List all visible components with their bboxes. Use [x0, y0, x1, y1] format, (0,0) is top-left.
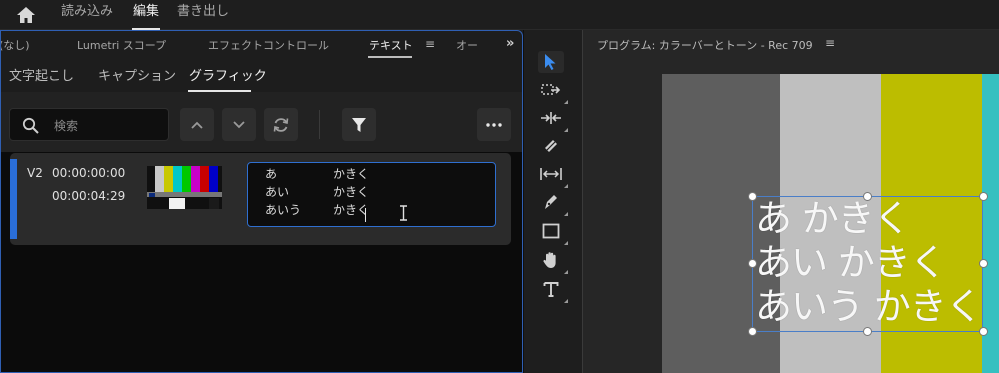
text-subtab-bar: 文字起こし キャプション グラフィック: [1, 59, 522, 91]
search-icon: [22, 117, 39, 134]
subtab-captions[interactable]: キャプション: [98, 65, 176, 84]
tools-panel: [523, 30, 579, 373]
slip-icon: [540, 168, 562, 180]
ripple-edit-tool[interactable]: [538, 107, 568, 132]
workspace-tab-edit[interactable]: 編集: [133, 3, 159, 21]
tool-flyout-indicator: [564, 128, 568, 132]
slip-tool[interactable]: [538, 163, 568, 188]
text-line-2-part-2: かきく: [333, 185, 370, 199]
tool-flyout-indicator: [564, 299, 568, 303]
more-icon: [486, 122, 502, 127]
text-edit-field[interactable]: あ かきく あい かきく あいう かきく: [247, 162, 496, 227]
chevron-down-icon: [233, 120, 245, 128]
transform-handle-top-center[interactable]: [863, 192, 872, 201]
panel-tab-indicator: [368, 56, 412, 58]
workspace-tab-import[interactable]: 読み込み: [61, 3, 113, 21]
panel-menu-icon[interactable]: ≡: [425, 37, 435, 51]
tab-audio[interactable]: オー: [456, 37, 478, 53]
chevron-up-icon: [191, 121, 203, 129]
text-line-1-part-1: あ: [265, 167, 278, 181]
transform-handle-bottom-left[interactable]: [748, 327, 757, 336]
transform-handle-middle-right[interactable]: [979, 259, 988, 268]
transform-handle-middle-left[interactable]: [748, 259, 757, 268]
ripple-edit-icon: [541, 112, 561, 124]
razor-tool[interactable]: [538, 135, 564, 157]
pen-icon: [545, 195, 557, 209]
hand-tool[interactable]: [538, 249, 568, 274]
tab-text[interactable]: テキスト: [369, 37, 413, 53]
text-panel: (なし) Lumetri スコープ エフェクトコントロール テキスト ≡ オー …: [0, 30, 523, 373]
rectangle-tool[interactable]: [538, 220, 568, 245]
transform-handle-bottom-right[interactable]: [979, 327, 988, 336]
program-menu-icon[interactable]: ≡: [825, 36, 835, 50]
track-label: V2: [27, 166, 43, 180]
list-item[interactable]: V2 00:00:00:00 00:00:04:29 あ かきく あい かきく …: [10, 153, 511, 245]
workspace-bar: 読み込み 編集 書き出し: [0, 0, 999, 30]
filter-button[interactable]: [342, 108, 376, 141]
text-line-1-part-2: かきく: [333, 167, 370, 181]
transform-handle-top-right[interactable]: [979, 192, 988, 201]
panel-tab-bar: (なし) Lumetri スコープ エフェクトコントロール テキスト ≡ オー …: [1, 31, 522, 59]
overlay-text-line-1[interactable]: あ かきく: [755, 200, 911, 237]
tool-flyout-indicator: [564, 184, 568, 188]
refresh-icon: [273, 117, 289, 132]
tab-source[interactable]: (なし): [1, 37, 30, 53]
program-monitor: プログラム: カラーバーとトーン - Rec 709 ≡ あ かきく あい かき…: [582, 30, 999, 373]
tool-flyout-indicator: [564, 270, 568, 274]
graphics-list: V2 00:00:00:00 00:00:04:29 あ かきく あい かきく …: [1, 152, 522, 372]
replace-button[interactable]: [264, 108, 298, 141]
text-caret: [365, 208, 366, 222]
tab-effect-controls[interactable]: エフェクトコントロール: [208, 37, 329, 53]
text-line-3-part-1: あいう: [265, 203, 302, 217]
track-select-tool[interactable]: [538, 79, 568, 104]
more-options-button[interactable]: [477, 108, 511, 141]
selection-tool[interactable]: [538, 51, 564, 73]
panel-overflow-icon[interactable]: »: [506, 36, 514, 51]
hand-icon: [543, 252, 556, 268]
text-line-2-part-1: あい: [265, 185, 290, 199]
home-icon: [17, 7, 35, 23]
tool-flyout-indicator: [564, 241, 568, 245]
transform-handle-bottom-center[interactable]: [863, 327, 872, 336]
tool-flyout-indicator: [564, 100, 568, 104]
transform-handle-top-left[interactable]: [748, 192, 757, 201]
selection-marker: [10, 159, 17, 239]
workspace-tab-export[interactable]: 書き出し: [177, 3, 229, 21]
search-placeholder: 検索: [54, 119, 79, 133]
toolbar-divider: [319, 110, 320, 139]
timecode-in: 00:00:00:00: [52, 166, 126, 180]
search-input[interactable]: 検索: [9, 108, 169, 141]
clip-thumbnail: [147, 166, 222, 209]
type-tool[interactable]: [538, 278, 568, 303]
type-icon: [543, 282, 559, 297]
track-select-icon: [541, 84, 561, 95]
subtab-transcript[interactable]: 文字起こし: [9, 65, 74, 84]
tool-flyout-indicator: [564, 212, 568, 216]
previous-button[interactable]: [180, 108, 214, 141]
rectangle-icon: [542, 223, 560, 239]
timecode-out: 00:00:04:29: [52, 189, 126, 203]
program-monitor-title[interactable]: プログラム: カラーバーとトーン - Rec 709: [597, 37, 813, 53]
razor-icon: [545, 140, 557, 152]
tab-lumetri-scopes[interactable]: Lumetri スコープ: [77, 37, 166, 53]
text-line-3-part-2: かきく: [333, 203, 370, 217]
graphics-toolbar: 検索: [1, 92, 522, 152]
subtab-graphics[interactable]: グラフィック: [189, 65, 267, 84]
selection-arrow-icon: [545, 54, 556, 70]
pen-tool[interactable]: [538, 191, 568, 216]
overlay-text-line-2[interactable]: あい かきく: [755, 244, 947, 281]
home-button[interactable]: [14, 4, 38, 26]
filter-icon: [352, 117, 366, 132]
overlay-text-line-3[interactable]: あいう かきく: [755, 288, 983, 325]
text-cursor-icon: [400, 205, 407, 221]
program-video-frame[interactable]: あ かきく あい かきく あいう かきく: [662, 74, 999, 373]
next-button[interactable]: [222, 108, 256, 141]
